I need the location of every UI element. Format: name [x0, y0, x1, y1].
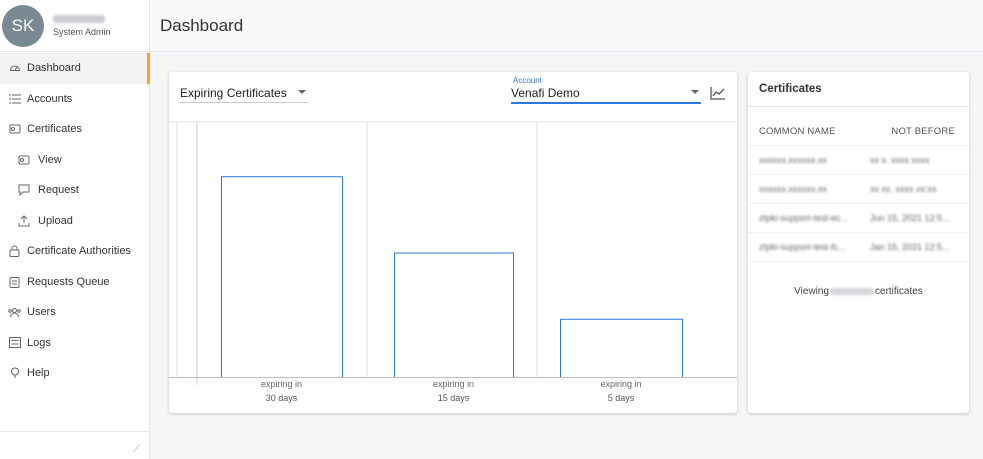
request-icon	[17, 184, 30, 197]
sidebar-item-help[interactable]: Help	[0, 358, 149, 389]
user-profile[interactable]: SK System Admin	[0, 0, 149, 52]
sidebar-item-requests-queue[interactable]: Requests Queue	[0, 267, 149, 298]
common-name-cell: xxxxxx.xxxxxx.xx	[759, 155, 828, 165]
sidebar-item-certificate-authorities[interactable]: Certificate Authorities	[0, 236, 149, 267]
sidebar-item-certificates[interactable]: Certificates	[0, 114, 149, 145]
user-name-redacted	[53, 14, 105, 23]
sidebar-item-label: View	[38, 153, 62, 166]
resize-handle-icon[interactable]: ⟋	[133, 444, 140, 455]
x-tick-label: 15 days	[438, 393, 470, 403]
account-dropdown[interactable]: Venafi Demo	[511, 86, 701, 104]
redacted-count	[830, 287, 875, 295]
sidebar-item-label: Logs	[27, 336, 51, 349]
logs-icon	[8, 336, 21, 349]
sidebar-item-label: Certificate Authorities	[27, 245, 131, 258]
chevron-down-icon	[298, 90, 306, 94]
sidebar-item-label: Dashboard	[27, 62, 81, 75]
not-before-cell: Jun 15, 2021 12:5...	[870, 213, 950, 223]
lock-icon	[8, 245, 21, 258]
sidebar-item-view[interactable]: View	[0, 145, 149, 176]
sidebar: SK System Admin Dashboard Accounts Certi…	[0, 0, 150, 459]
sidebar-item-users[interactable]: Users	[0, 297, 149, 328]
expiring-certificates-chart: expiring in 30 days expiring in 15 days expi…	[169, 121, 737, 403]
list-icon	[8, 92, 21, 105]
certificates-title: Certificates	[748, 72, 969, 107]
chart-type-value: Expiring Certificates	[180, 86, 287, 100]
trend-chart-icon[interactable]	[710, 86, 726, 100]
certificates-panel: Certificates COMMON NAME NOT BEFORE xxxx…	[748, 72, 969, 413]
common-name-cell: xxxxxx.xxxxxx.xx	[759, 184, 828, 194]
not-before-cell: xx x. xxxx xxxx	[870, 155, 930, 165]
sidebar-item-accounts[interactable]: Accounts	[0, 84, 149, 115]
bar	[560, 318, 683, 378]
common-name-cell: ztpki-support-test-ec...	[759, 213, 849, 223]
sidebar-nav: Dashboard Accounts Certificates View Req…	[0, 53, 150, 389]
column-header-common-name[interactable]: COMMON NAME	[759, 126, 836, 137]
table-row[interactable]: ztpki-support-test-fc... Jan 15, 2021 12…	[748, 233, 969, 262]
x-tick-label: expiring in	[261, 379, 302, 389]
x-tick-label: 5 days	[608, 393, 635, 403]
table-row[interactable]: xxxxxx.xxxxxx.xx xx x. xxxx xxxx	[748, 146, 969, 175]
user-role: System Admin	[53, 26, 111, 37]
upload-icon	[17, 214, 30, 227]
sidebar-item-label: Requests Queue	[27, 275, 110, 288]
x-tick-label: 30 days	[266, 393, 298, 403]
page-title: Dashboard	[160, 16, 244, 35]
sidebar-item-request[interactable]: Request	[0, 175, 149, 206]
users-icon	[8, 306, 21, 319]
sidebar-item-logs[interactable]: Logs	[0, 328, 149, 359]
column-header-not-before[interactable]: NOT BEFORE	[891, 126, 955, 137]
sidebar-item-upload[interactable]: Upload	[0, 206, 149, 237]
account-value: Venafi Demo	[511, 86, 580, 100]
table-row[interactable]: xxxxxx.xxxxxx.xx xx xx. xxxx xx:xx	[748, 175, 969, 204]
sidebar-item-dashboard[interactable]: Dashboard	[0, 53, 150, 84]
help-icon	[8, 367, 21, 380]
not-before-cell: Jan 15, 2021 12:5...	[870, 242, 950, 252]
sidebar-item-label: Request	[38, 184, 79, 197]
x-tick-label: expiring in	[433, 379, 474, 389]
certificate-icon	[8, 123, 21, 136]
clipboard-icon	[8, 275, 21, 288]
sidebar-item-label: Upload	[38, 214, 73, 227]
bar	[394, 252, 514, 378]
common-name-cell: ztpki-support-test-fc...	[759, 242, 846, 252]
viewing-count-text: Viewing certificates	[748, 286, 969, 297]
x-tick-label: expiring in	[600, 379, 641, 389]
avatar[interactable]: SK	[2, 4, 44, 47]
view-icon	[17, 153, 30, 166]
viewing-suffix: certificates	[875, 286, 923, 297]
sidebar-item-label: Accounts	[27, 92, 73, 105]
expiring-certificates-panel: Expiring Certificates Account Venafi Dem…	[169, 72, 737, 413]
table-row[interactable]: ztpki-support-test-ec... Jun 15, 2021 12…	[748, 204, 969, 233]
page-header: Dashboard	[150, 0, 983, 52]
chevron-down-icon	[691, 90, 699, 94]
account-label: Account	[513, 76, 542, 85]
chart-type-dropdown[interactable]: Expiring Certificates	[180, 86, 308, 103]
sidebar-collapse-bar[interactable]: ⟋	[0, 431, 150, 459]
dashboard-icon	[8, 62, 21, 75]
sidebar-item-label: Help	[27, 367, 50, 380]
certificates-table-header: COMMON NAME NOT BEFORE	[748, 107, 969, 146]
viewing-prefix: Viewing	[794, 286, 830, 297]
bar	[221, 176, 343, 378]
sidebar-item-label: Certificates	[27, 123, 83, 136]
sidebar-item-label: Users	[27, 306, 56, 319]
not-before-cell: xx xx. xxxx xx:xx	[870, 184, 937, 194]
